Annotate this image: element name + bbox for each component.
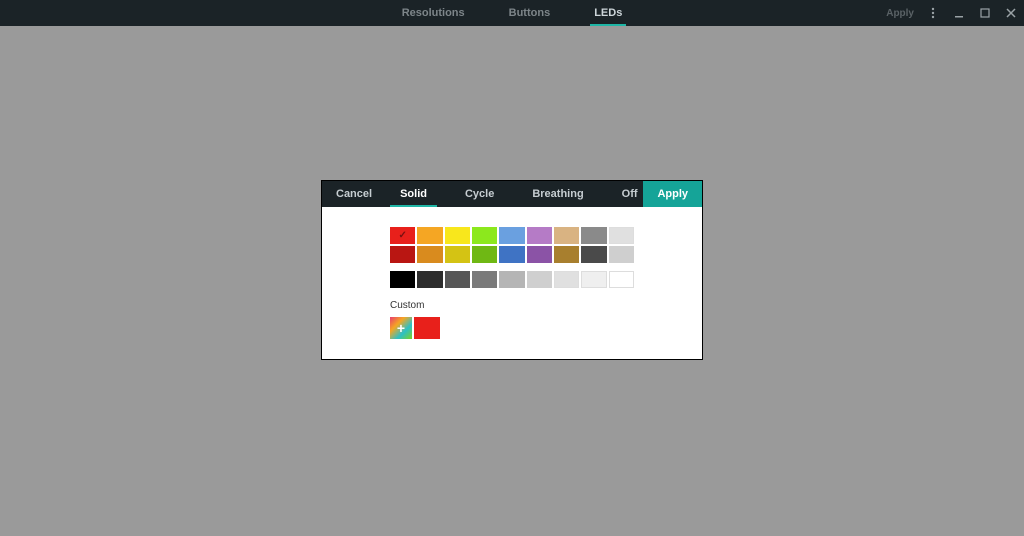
header-apply-button[interactable]: Apply xyxy=(886,8,914,19)
color-swatch[interactable] xyxy=(581,227,606,244)
header-controls: Apply xyxy=(886,0,1018,26)
color-swatch[interactable] xyxy=(499,246,524,263)
color-swatch[interactable] xyxy=(417,246,442,263)
header-tab-leds[interactable]: LEDs xyxy=(590,1,626,25)
swatch-row xyxy=(390,271,634,288)
color-swatch[interactable] xyxy=(472,246,497,263)
color-swatch[interactable] xyxy=(609,271,634,288)
color-swatch[interactable] xyxy=(472,271,497,288)
color-swatch[interactable] xyxy=(445,271,470,288)
color-swatch[interactable] xyxy=(390,271,415,288)
color-swatch[interactable] xyxy=(609,227,634,244)
dialog-bar: Cancel Solid Cycle Breathing Off Apply xyxy=(322,181,702,207)
swatch-grid xyxy=(390,227,634,288)
custom-label: Custom xyxy=(390,300,634,311)
dialog-tabs: Solid Cycle Breathing Off xyxy=(396,182,641,206)
color-swatch[interactable] xyxy=(417,227,442,244)
add-custom-color-button[interactable]: + xyxy=(390,317,412,339)
color-swatch[interactable] xyxy=(445,227,470,244)
cancel-button[interactable]: Cancel xyxy=(322,188,386,200)
color-swatch[interactable] xyxy=(472,227,497,244)
swatch-row xyxy=(390,246,634,263)
color-swatch[interactable] xyxy=(499,227,524,244)
color-swatch[interactable] xyxy=(527,227,552,244)
led-color-dialog: Cancel Solid Cycle Breathing Off Apply Cust… xyxy=(321,180,703,360)
color-swatch[interactable] xyxy=(609,246,634,263)
tab-cycle[interactable]: Cycle xyxy=(461,182,498,206)
custom-color-swatch[interactable] xyxy=(414,317,440,339)
kebab-menu-icon[interactable] xyxy=(926,6,940,20)
color-swatch[interactable] xyxy=(390,246,415,263)
color-swatch[interactable] xyxy=(390,227,415,244)
close-icon[interactable] xyxy=(1004,6,1018,20)
maximize-icon[interactable] xyxy=(978,6,992,20)
header-tab-resolutions[interactable]: Resolutions xyxy=(398,1,469,25)
header-tab-buttons[interactable]: Buttons xyxy=(505,1,555,25)
color-swatch[interactable] xyxy=(554,227,579,244)
swatch-row xyxy=(390,227,634,244)
color-swatch[interactable] xyxy=(527,271,552,288)
color-swatch[interactable] xyxy=(554,246,579,263)
app-header: Resolutions Buttons LEDs Apply xyxy=(0,0,1024,26)
color-swatch[interactable] xyxy=(581,246,606,263)
apply-button[interactable]: Apply xyxy=(643,181,702,207)
color-swatch[interactable] xyxy=(527,246,552,263)
color-swatch[interactable] xyxy=(499,271,524,288)
tab-breathing[interactable]: Breathing xyxy=(528,182,587,206)
color-swatch[interactable] xyxy=(554,271,579,288)
color-swatch[interactable] xyxy=(581,271,606,288)
color-swatch[interactable] xyxy=(445,246,470,263)
dialog-body: Custom + xyxy=(322,207,702,359)
tab-off[interactable]: Off xyxy=(618,182,642,206)
header-tabs: Resolutions Buttons LEDs xyxy=(398,1,627,25)
custom-row: + xyxy=(390,317,634,339)
minimize-icon[interactable] xyxy=(952,6,966,20)
tab-solid[interactable]: Solid xyxy=(396,182,431,206)
color-swatch[interactable] xyxy=(417,271,442,288)
